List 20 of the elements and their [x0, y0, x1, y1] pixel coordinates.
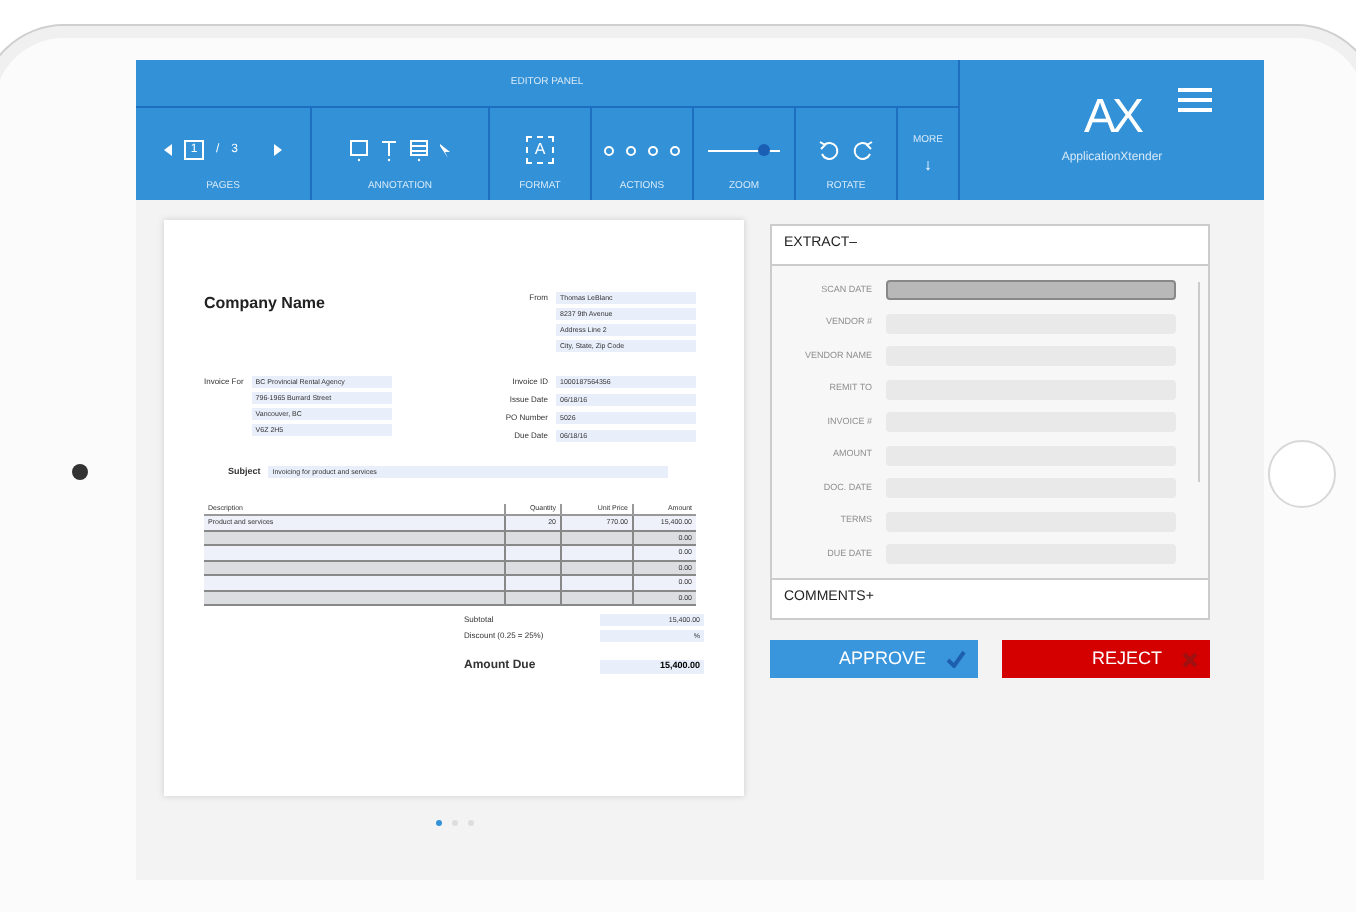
rotate-right-icon[interactable]: [852, 139, 874, 161]
format-text-icon[interactable]: A: [526, 136, 554, 164]
input-field[interactable]: [886, 280, 1176, 300]
pointer-icon[interactable]: [439, 143, 451, 157]
text-tool-icon[interactable]: [379, 139, 397, 161]
close-icon: [1182, 651, 1198, 667]
next-icon[interactable]: [274, 144, 282, 156]
reject-button[interactable]: REJECT: [1002, 640, 1210, 678]
lines-tool-icon[interactable]: [409, 139, 427, 161]
previous-icon[interactable]: [163, 144, 172, 156]
rectangle-tool-icon[interactable]: [349, 139, 367, 161]
app-logo: AX: [1083, 93, 1140, 141]
check-icon: [946, 650, 966, 668]
company-name: Company Name: [204, 292, 325, 316]
scrollbar[interactable]: [1197, 282, 1200, 482]
more-arrow[interactable]: ↓: [924, 157, 932, 174]
approve-button[interactable]: APPROVE: [770, 640, 978, 678]
zoom-slider[interactable]: [708, 144, 780, 156]
menu-icon[interactable]: [1178, 88, 1212, 112]
rotate-left-icon[interactable]: [818, 139, 840, 161]
